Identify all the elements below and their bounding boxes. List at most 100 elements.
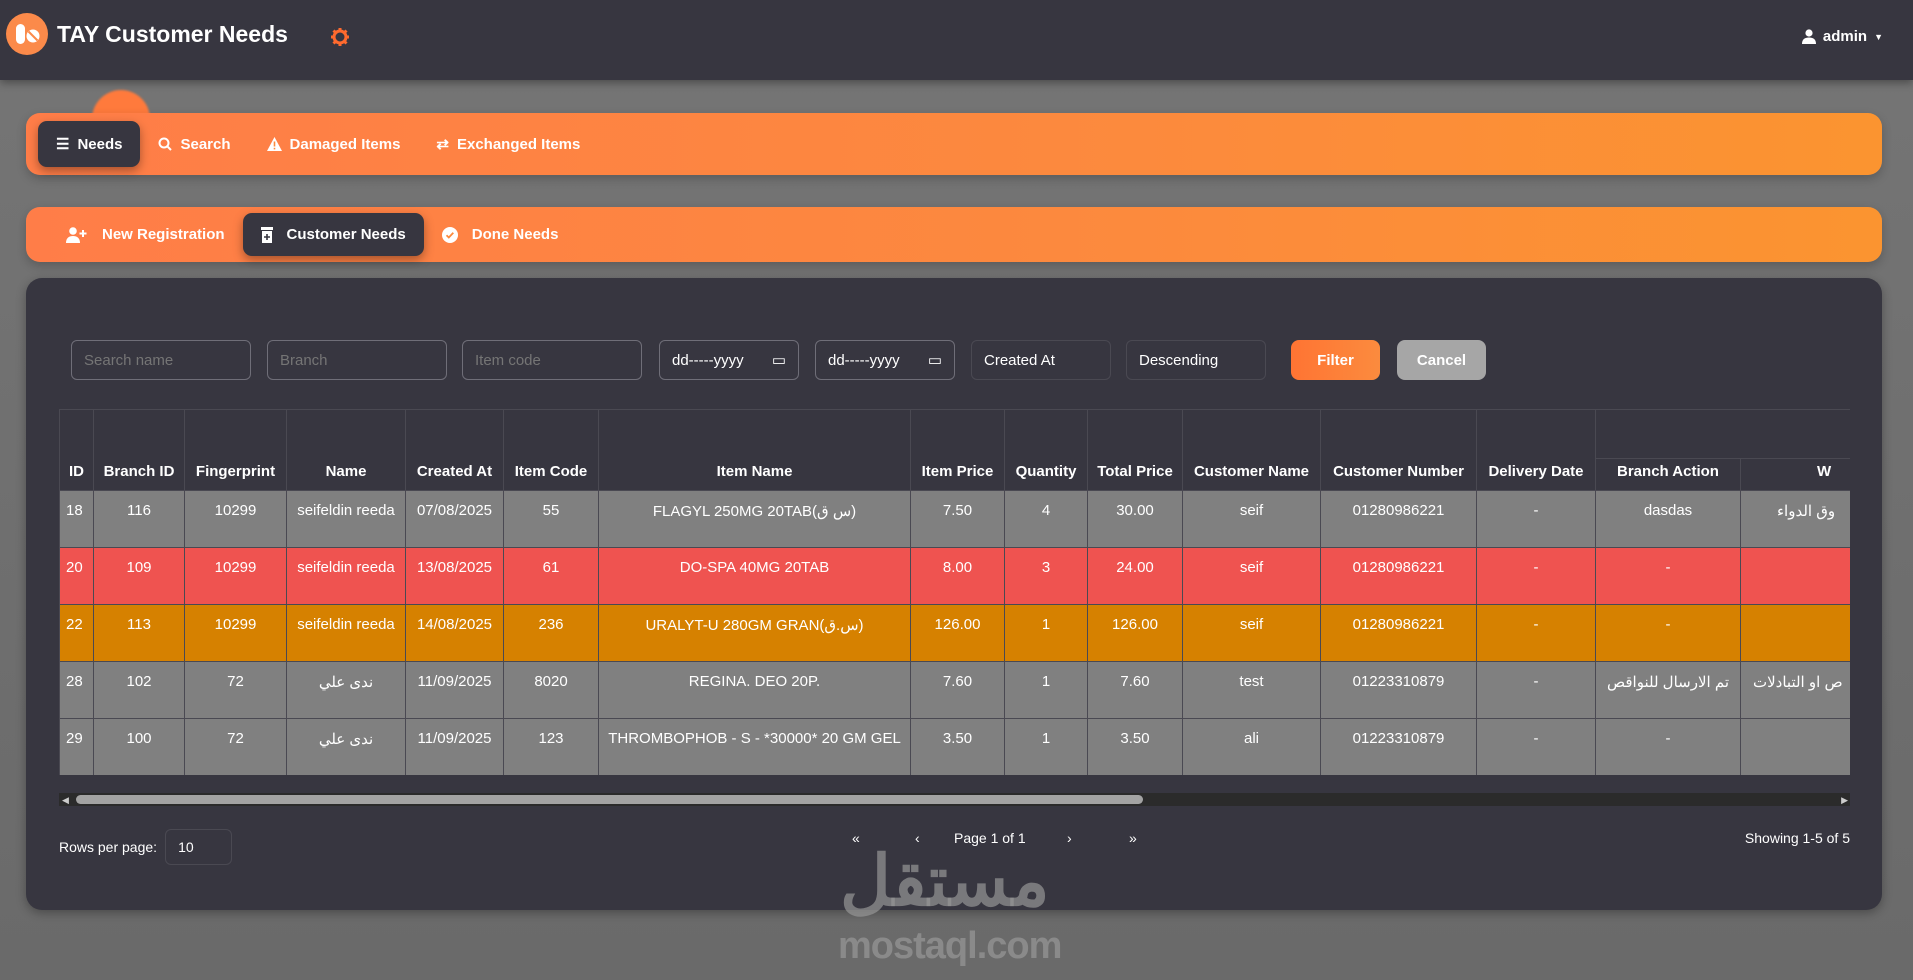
watermark-text: mostaql.com	[838, 925, 1062, 967]
nav-search[interactable]: Search	[140, 121, 248, 167]
table-row[interactable]: 18 116 10299 seifeldin reeda 07/08/2025 55 FLA…	[59, 490, 1850, 548]
app-title: TAY Customer Needs	[57, 21, 288, 47]
cell-customer-number: 01280986221	[1320, 547, 1477, 605]
cell-item-price: 7.60	[910, 661, 1005, 719]
check-circle-icon	[441, 226, 458, 243]
table-row[interactable]: 20 109 10299 seifeldin reeda 13/08/2025 61 DO-…	[59, 547, 1850, 605]
cell-id: 20	[59, 547, 94, 605]
header-row: ID Branch ID Fingerprint Name Created At Item…	[59, 409, 1850, 491]
subnav-done-needs[interactable]: Done Needs	[424, 213, 577, 256]
cell-total-price: 126.00	[1087, 604, 1183, 662]
showing-count: Showing 1-5 of 5	[1744, 830, 1850, 846]
cell-id: 29	[59, 718, 94, 775]
scroll-right-arrow[interactable]: ▶	[1841, 795, 1848, 806]
pills-icon	[6, 13, 48, 55]
needs-panel: dd-----yyyy ▭ dd-----yyyy ▭ Created At Des…	[26, 278, 1882, 910]
nav-label: New Registration	[102, 226, 225, 243]
table-row[interactable]: 22 113 10299 seifeldin reeda 14/08/2025 236 UR…	[59, 604, 1850, 662]
cell-quantity: 4	[1004, 490, 1088, 548]
rows-per-page-label: Rows per page:	[59, 839, 158, 855]
date-from-input[interactable]: dd-----yyyy ▭	[659, 340, 799, 380]
gear-icon[interactable]	[330, 27, 350, 47]
cell-fingerprint: 72	[184, 661, 287, 719]
needs-table: ID Branch ID Fingerprint Name Created At Item…	[59, 409, 1850, 775]
item-code-input[interactable]	[462, 340, 642, 380]
column-header: Item Name	[598, 409, 911, 491]
cell-customer-name: test	[1182, 661, 1321, 719]
nav-label: Done Needs	[471, 226, 559, 243]
sort-order-value: Descending	[1139, 351, 1219, 369]
top-header: TAY Customer Needs admin ▼	[0, 0, 1913, 80]
cell-customer-number: 01223310879	[1320, 661, 1477, 719]
cell-delivery-date: -	[1476, 490, 1596, 548]
cancel-button[interactable]: Cancel	[1397, 340, 1486, 380]
cell-item-name: FLAGYL 250MG 20TAB(س ق)	[598, 490, 911, 548]
cell-item-price: 126.00	[910, 604, 1005, 662]
rows-per-page-select[interactable]: 10	[165, 829, 233, 865]
nav-exchanged-items[interactable]: ⇄ Exchanged Items	[418, 121, 598, 167]
user-menu[interactable]: admin ▼	[1801, 28, 1883, 45]
user-icon	[1801, 29, 1816, 44]
list-check-icon: ☰	[56, 136, 70, 153]
column-header: Created At	[405, 409, 504, 491]
caret-down-icon: ▼	[1874, 31, 1883, 42]
subnav-new-registration[interactable]: New Registration	[48, 213, 243, 256]
cell-fingerprint: 10299	[184, 604, 287, 662]
cell-branch-id: 100	[93, 718, 185, 775]
table-row[interactable]: 29 100 72 ندى علي 11/09/2025 123 THROMBOPHOB -…	[59, 718, 1850, 775]
sort-order-select[interactable]: Descending	[1126, 340, 1266, 380]
table-row[interactable]: 28 102 72 ندى علي 11/09/2025 8020 REGINA. DEO …	[59, 661, 1850, 719]
last-page-button[interactable]: »	[1129, 830, 1137, 846]
cell-quantity: 1	[1004, 604, 1088, 662]
cell-branch-action: -	[1595, 547, 1741, 605]
calendar-icon[interactable]: ▭	[772, 351, 786, 369]
cell-delivery-date: -	[1476, 604, 1596, 662]
column-header: Delivery Date	[1476, 409, 1596, 491]
column-header: Branch Action	[1595, 458, 1741, 491]
cell-branch-id: 113	[93, 604, 185, 662]
cell-w: وق الدواء	[1740, 490, 1850, 548]
filter-button[interactable]: Filter	[1291, 340, 1380, 380]
cell-fingerprint: 72	[184, 718, 287, 775]
scroll-left-arrow[interactable]: ◀	[62, 795, 69, 806]
cell-name: seifeldin reeda	[286, 547, 406, 605]
cell-item-price: 7.50	[910, 490, 1005, 548]
needs-table-container: ID Branch ID Fingerprint Name Created At Item…	[59, 409, 1850, 775]
date-to-input[interactable]: dd-----yyyy ▭	[815, 340, 955, 380]
prescription-bottle-icon	[260, 226, 273, 243]
cell-branch-action: تم الارسال للنواقص	[1595, 661, 1741, 719]
column-header: Customer Name	[1182, 409, 1321, 491]
cell-branch-id: 109	[93, 547, 185, 605]
cell-item-price: 3.50	[910, 718, 1005, 775]
nav-needs[interactable]: ☰ Needs	[38, 121, 141, 167]
cell-branch-id: 116	[93, 490, 185, 548]
date-from-value: dd-----yyyy	[672, 351, 744, 369]
nav-damaged-items[interactable]: Damaged Items	[249, 121, 419, 167]
cell-quantity: 3	[1004, 547, 1088, 605]
cell-fingerprint: 10299	[184, 547, 287, 605]
sub-nav: New Registration Customer Needs Done Nee…	[26, 207, 1882, 262]
cell-name: seifeldin reeda	[286, 604, 406, 662]
nav-label: Needs	[77, 135, 123, 153]
cell-item-name: DO-SPA 40MG 20TAB	[598, 547, 911, 605]
cell-fingerprint: 10299	[184, 490, 287, 548]
cell-branch-action: dasdas	[1595, 490, 1741, 548]
sort-by-value: Created At	[984, 351, 1055, 369]
calendar-icon[interactable]: ▭	[928, 351, 942, 369]
cell-customer-number: 01223310879	[1320, 718, 1477, 775]
search-name-input[interactable]	[71, 340, 251, 380]
scrollbar-thumb[interactable]	[76, 795, 1143, 804]
username: admin	[1822, 28, 1868, 45]
branch-input[interactable]	[267, 340, 447, 380]
cell-quantity: 1	[1004, 718, 1088, 775]
next-page-button[interactable]: ›	[1067, 830, 1072, 846]
cell-customer-name: seif	[1182, 490, 1321, 548]
subnav-customer-needs[interactable]: Customer Needs	[242, 213, 424, 256]
cell-item-code: 8020	[503, 661, 599, 719]
cell-created-at: 07/08/2025	[405, 490, 504, 548]
cell-branch-action: -	[1595, 604, 1741, 662]
cell-branch-action: -	[1595, 718, 1741, 775]
main-nav: ☰ Needs Search Damaged Items ⇄ Exchanged I…	[26, 113, 1882, 175]
sort-by-select[interactable]: Created At	[971, 340, 1111, 380]
horizontal-scrollbar[interactable]: ◀ ▶	[59, 793, 1850, 806]
